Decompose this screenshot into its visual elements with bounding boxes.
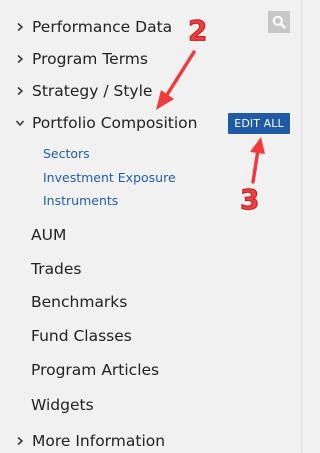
annotation-arrow-2 [156,50,196,110]
annotation-arrows [156,50,265,184]
annotation-arrow-3 [250,137,265,184]
sidebar-panel: Performance Data Program Terms Strategy … [0,0,302,452]
